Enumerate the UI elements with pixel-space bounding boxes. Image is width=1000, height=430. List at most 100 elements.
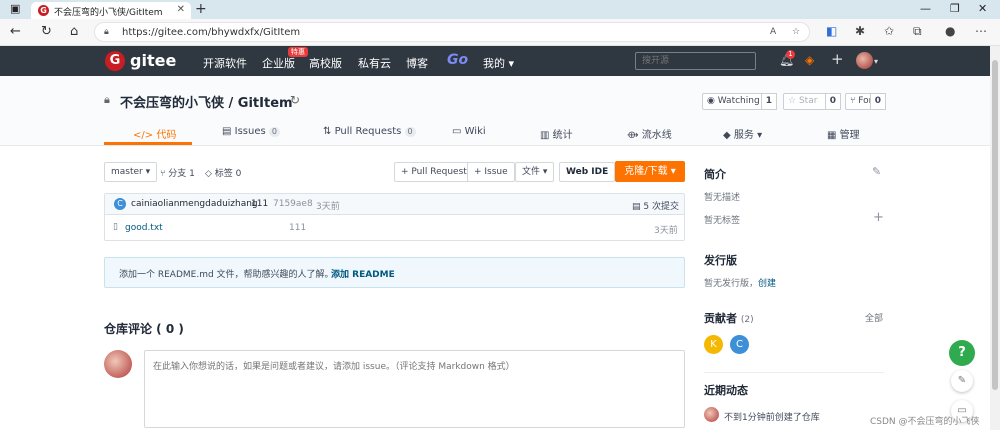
tab-services[interactable]: ◆ 服务 ▾ (723, 126, 762, 141)
add-readme-link[interactable]: 添加 README (331, 267, 395, 280)
refresh-icon[interactable]: ↻ (41, 24, 52, 39)
address-bar[interactable]: 🔒︎ https://gitee.com/bhywdxfx/GitItem A … (94, 22, 810, 42)
chevron-down-icon[interactable]: ▾ (874, 57, 878, 66)
pull-request-button[interactable]: + Pull Request (394, 162, 474, 182)
favorites-icon[interactable]: ✩ (884, 24, 894, 38)
search-input[interactable] (635, 52, 756, 70)
readme-prompt-text: 添加一个 README.md 文件，帮助感兴趣的人了解。 (119, 270, 334, 280)
gitee-favicon-icon: G (38, 5, 49, 16)
branch-icon: ⑂ (160, 169, 166, 179)
lock-icon: 🔒︎ (104, 27, 109, 37)
tab-manage[interactable]: ▦ 管理 (827, 126, 860, 141)
profile-icon[interactable]: ● (945, 24, 955, 38)
branch-select[interactable]: master ▾ (104, 162, 158, 182)
gitee-logo-icon[interactable]: G (105, 51, 125, 71)
file-icon: ▯ (113, 222, 118, 232)
contributors-count: (2) (740, 315, 754, 325)
plus-icon[interactable]: + (831, 50, 844, 68)
tab-code[interactable]: </> 代码 (133, 126, 176, 141)
watch-button[interactable]: ◉ Watching ▾ 1 (702, 93, 777, 110)
no-release-text: 暂无发行版，创建 (704, 279, 777, 289)
clone-download-button[interactable]: 克隆/下载 ▾ (615, 161, 685, 182)
minimize-icon[interactable]: — (920, 2, 931, 15)
pipeline-icon: ⟴ (627, 130, 639, 141)
file-menu-button[interactable]: 文件 ▾ (515, 162, 555, 182)
edit-icon[interactable]: ✎ (872, 165, 881, 178)
read-aloud-icon[interactable]: A (770, 27, 776, 37)
history-icon: ▤ (632, 202, 641, 212)
fork-button[interactable]: ⑂ Fork 0 (845, 93, 886, 110)
eye-icon: ◉ (707, 96, 715, 106)
services-icon: ◆ (723, 130, 731, 141)
puzzle-icon[interactable]: ✱ (855, 24, 865, 38)
avatar[interactable] (856, 52, 873, 69)
release-title: 发行版 (704, 254, 737, 267)
avatar[interactable] (704, 407, 719, 422)
web-ide-button[interactable]: Web IDE (559, 162, 616, 182)
contributor-avatar-c[interactable]: C (730, 335, 749, 354)
home-icon[interactable]: ⌂ (70, 24, 78, 39)
window-close-icon[interactable]: ✕ (978, 2, 987, 15)
restore-icon[interactable]: ❐ (950, 2, 960, 15)
sync-icon[interactable]: ↻ (290, 93, 300, 107)
help-button[interactable]: ? (949, 340, 975, 366)
special-offer-badge: 特惠 (288, 47, 308, 57)
back-icon[interactable]: ← (10, 24, 21, 39)
tab-issues[interactable]: ▤ Issues 0 (222, 126, 280, 137)
branch-count[interactable]: ⑂ 分支 1 (160, 166, 195, 179)
nav-go[interactable]: Go (447, 52, 468, 68)
activity-item: 不到1分钟前创建了仓库 (724, 413, 820, 423)
star-icon: ☆ (788, 96, 797, 106)
latest-commit-row: C cainiaolianmengdaduizhang 111 7159ae8 … (105, 194, 684, 215)
commit-message[interactable]: 111 (251, 199, 268, 209)
contributors-all-link[interactable]: 全部 (865, 311, 883, 324)
chart-icon: ▥ (540, 130, 550, 141)
nav-enterprise[interactable]: 企业版 (262, 55, 295, 71)
more-icon[interactable]: ⋯ (975, 24, 987, 38)
add-tag-icon[interactable]: + (873, 210, 884, 225)
avatar[interactable] (104, 350, 132, 378)
nav-blog[interactable]: 博客 (406, 55, 428, 71)
star-button[interactable]: ☆ Star 0 (783, 93, 841, 110)
commit-hash[interactable]: 7159ae8 (273, 199, 313, 209)
commit-count[interactable]: ▤ 5 次提交 (632, 199, 679, 212)
favorite-star-icon[interactable]: ☆ (792, 27, 800, 37)
table-row[interactable]: ▯ good.txt 111 3天前 (105, 215, 684, 240)
nav-mine[interactable]: 我的 ▾ (483, 55, 514, 71)
page-title[interactable]: 不会压弯的小飞侠 / GitItem (120, 92, 293, 111)
scrollbar-thumb[interactable] (992, 60, 998, 390)
shield-icon[interactable]: ◈ (805, 53, 814, 67)
comment-input[interactable] (144, 350, 685, 428)
star-label: Star (798, 96, 818, 106)
gitee-logo-text[interactable]: gitee (130, 51, 176, 70)
feedback-icon[interactable]: ✎ (951, 370, 973, 392)
file-name[interactable]: good.txt (125, 223, 163, 233)
nav-private-cloud[interactable]: 私有云 (358, 55, 391, 71)
contributor-avatar-k[interactable]: K (704, 335, 723, 354)
wiki-icon: ▭ (452, 126, 462, 137)
browser-tab[interactable]: G 不会压弯的小飞侠/GitItem ✕ (31, 2, 191, 19)
tab-pipeline[interactable]: ⟴ 流水线 (627, 126, 672, 141)
nav-open-source[interactable]: 开源软件 (203, 55, 247, 71)
tab-close-icon[interactable]: ✕ (177, 4, 185, 15)
fork-icon: ⑂ (850, 96, 856, 106)
create-release-link[interactable]: 创建 (758, 279, 776, 289)
issue-button[interactable]: + Issue (467, 162, 515, 182)
contributors-title: 贡献者 (2) (704, 312, 754, 325)
nav-university[interactable]: 高校版 (309, 55, 342, 71)
commit-author[interactable]: cainiaolianmengdaduizhang (131, 199, 258, 209)
tag-count[interactable]: ◇ 标签 0 (205, 166, 241, 179)
avatar[interactable]: C (114, 198, 126, 210)
file-commit-message[interactable]: 111 (289, 223, 306, 233)
tab-pull-requests[interactable]: ⇅ Pull Requests 0 (323, 126, 416, 137)
tab-stats[interactable]: ▥ 统计 (540, 126, 573, 141)
collections-icon[interactable]: ⧉ (913, 24, 922, 39)
vertical-scrollbar[interactable] (990, 46, 1000, 430)
tab-wiki[interactable]: ▭ Wiki (452, 126, 486, 137)
window-menu-icon[interactable]: ▣ (10, 2, 20, 15)
extension-icon[interactable]: ◧ (826, 24, 837, 38)
watch-count: 1 (760, 93, 777, 110)
comments-title: 仓库评论 ( 0 ) (104, 322, 184, 336)
new-tab-icon[interactable]: + (195, 1, 207, 17)
code-icon: </> (133, 130, 154, 141)
